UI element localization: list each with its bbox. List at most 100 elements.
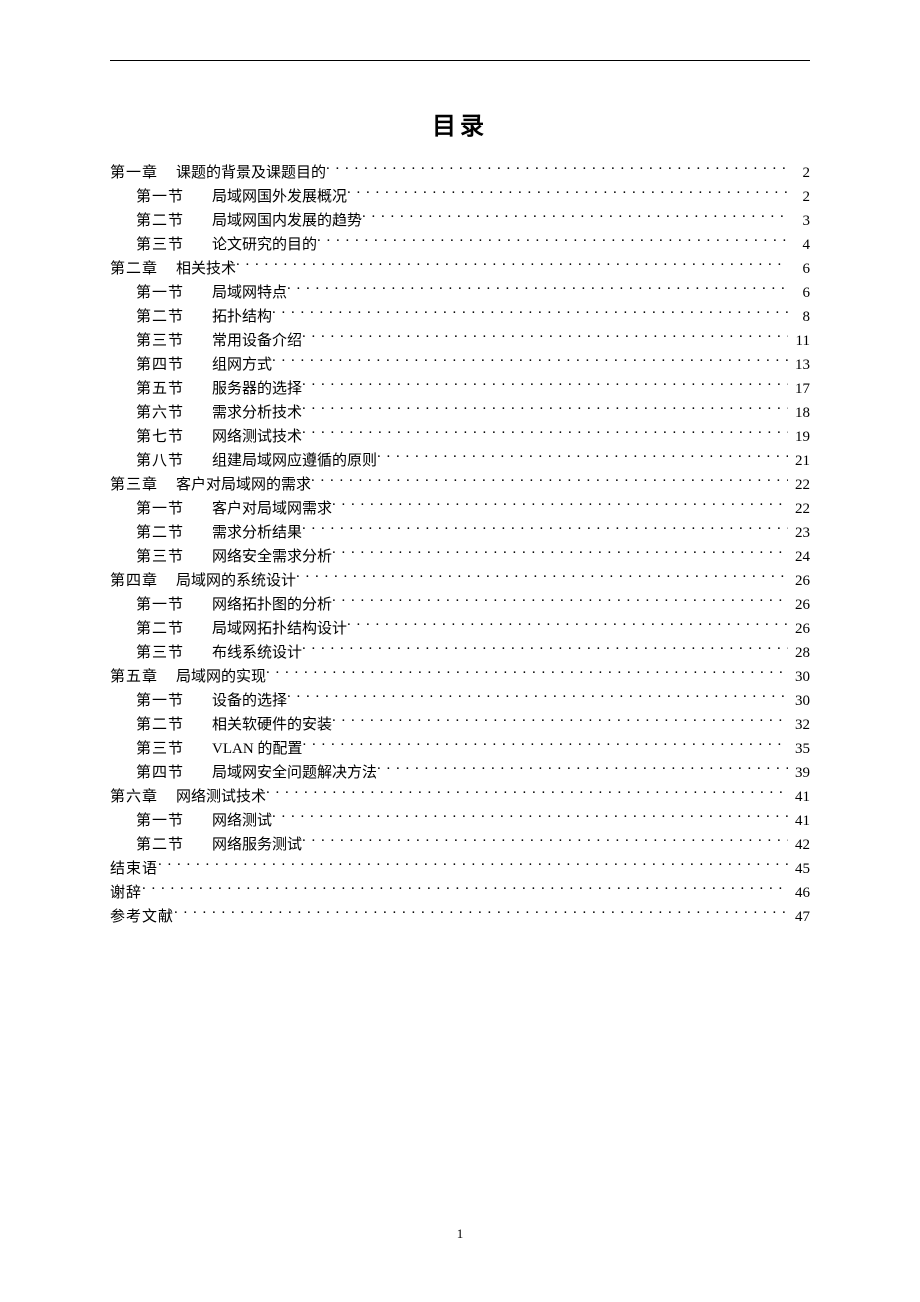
section-label: 第八节 (136, 449, 184, 473)
toc-page-number: 13 (788, 353, 810, 377)
toc-page-number: 26 (788, 569, 810, 593)
toc-entry-title: 局域网的实现 (176, 665, 266, 689)
toc-entry: 第二章相关技术6 (110, 257, 810, 281)
toc-entry: 第一节客户对局域网需求22 (110, 497, 810, 521)
toc-entry-title: 网络测试技术 (212, 425, 302, 449)
toc-entry-title: 组网方式 (212, 353, 272, 377)
toc-entry-title: 组建局域网应遵循的原则 (212, 449, 377, 473)
chapter-label: 谢辞 (110, 881, 142, 905)
dot-leader (302, 522, 788, 537)
dot-leader (266, 666, 788, 681)
toc-page-number: 26 (788, 593, 810, 617)
section-label: 第三节 (136, 545, 184, 569)
toc-entry-title: 网络测试 (212, 809, 272, 833)
header-rule (110, 60, 810, 61)
page-number: 1 (0, 1226, 920, 1242)
toc-entry: 结束语 45 (110, 857, 810, 881)
toc-entry: 第二节 局域网国内发展的趋势 3 (110, 209, 810, 233)
dot-leader (302, 834, 788, 849)
toc-entry: 第一章课题的背景及课题目的2 (110, 161, 810, 185)
toc-entry-title: 常用设备介绍 (212, 329, 302, 353)
toc-entry-title: 网络安全需求分析 (212, 545, 332, 569)
toc-page-number: 6 (788, 281, 810, 305)
toc-entry: 第五章局域网的实现30 (110, 665, 810, 689)
section-label: 第六节 (136, 401, 184, 425)
section-label: 第三节 (136, 641, 184, 665)
toc-entry-title: 网络拓扑图的分析 (212, 593, 332, 617)
dot-leader (302, 330, 788, 345)
toc-page-number: 39 (788, 761, 810, 785)
toc-entry-title: 课题的背景及课题目的 (176, 161, 326, 185)
toc-page-number: 45 (788, 857, 810, 881)
chapter-label: 第二章 (110, 257, 158, 281)
toc-entry: 第二节相关软硬件的安装32 (110, 713, 810, 737)
section-label: 第四节 (136, 353, 184, 377)
section-label: 第一节 (136, 497, 184, 521)
toc-entry: 第七节网络测试技术19 (110, 425, 810, 449)
toc-entry-title: 局域网的系统设计 (176, 569, 296, 593)
toc-entry-title: 设备的选择 (212, 689, 287, 713)
toc-page-number: 24 (788, 545, 810, 569)
toc-entry: 第一节局域网国外发展概况2 (110, 185, 810, 209)
toc-entry: 谢辞46 (110, 881, 810, 905)
toc-page-number: 8 (788, 305, 810, 329)
toc-entry: 第三节布线系统设计28 (110, 641, 810, 665)
toc-entry: 第三节 网络安全需求分析 24 (110, 545, 810, 569)
dot-leader (266, 786, 788, 801)
dot-leader (287, 690, 788, 705)
toc-page-number: 4 (788, 233, 810, 257)
toc-entry-title: 相关软硬件的安装 (212, 713, 332, 737)
dot-leader (302, 642, 788, 657)
toc-entry: 第四章局域网的系统设计 26 (110, 569, 810, 593)
section-label: 第一节 (136, 185, 184, 209)
toc-entry: 第三节VLAN 的配置35 (110, 737, 810, 761)
section-label: 第二节 (136, 833, 184, 857)
section-label: 第四节 (136, 761, 184, 785)
dot-leader (311, 474, 788, 489)
toc-entry: 第一节设备的选择30 (110, 689, 810, 713)
dot-leader (326, 162, 788, 177)
toc-entry-title: 拓扑结构 (212, 305, 272, 329)
dot-leader (272, 354, 788, 369)
dot-leader (302, 426, 788, 441)
dot-leader (272, 810, 788, 825)
chapter-label: 结束语 (110, 857, 158, 881)
chapter-label: 第三章 (110, 473, 158, 497)
toc-entry-title: 客户对局域网的需求 (176, 473, 311, 497)
section-label: 第一节 (136, 281, 184, 305)
toc-page-number: 26 (788, 617, 810, 641)
toc-page-number: 28 (788, 641, 810, 665)
toc-entry: 第五节服务器的选择17 (110, 377, 810, 401)
toc-entry: 第三节 常用设备介绍 11 (110, 329, 810, 353)
toc-page-number: 11 (788, 329, 810, 353)
toc-entry: 第三章客户对局域网的需求 22 (110, 473, 810, 497)
toc-entry-title: 局域网拓扑结构设计 (212, 617, 347, 641)
toc-entry-title: 服务器的选择 (212, 377, 302, 401)
toc-entry: 第一节 局域网特点 6 (110, 281, 810, 305)
dot-leader (174, 906, 788, 921)
dot-leader (142, 882, 788, 897)
toc-entry-title: 需求分析技术 (212, 401, 302, 425)
section-label: 第七节 (136, 425, 184, 449)
toc-title: 目录 (110, 106, 810, 141)
toc-page-number: 41 (788, 809, 810, 833)
section-label: 第二节 (136, 209, 184, 233)
toc-page-number: 35 (788, 737, 810, 761)
dot-leader (332, 546, 788, 561)
section-label: 第三节 (136, 737, 184, 761)
toc-entry-title: 网络测试技术 (176, 785, 266, 809)
dot-leader (332, 714, 788, 729)
toc-page-number: 22 (788, 473, 810, 497)
toc-entry-title: 论文研究的目的 (212, 233, 317, 257)
dot-leader (332, 498, 788, 513)
dot-leader (296, 570, 788, 585)
toc-page-number: 2 (788, 161, 810, 185)
dot-leader (236, 258, 788, 273)
toc-entry: 第二节拓扑结构8 (110, 305, 810, 329)
toc-entry-title: 局域网特点 (212, 281, 287, 305)
toc-page-number: 3 (788, 209, 810, 233)
toc-entry-title: 局域网国内发展的趋势 (212, 209, 362, 233)
toc-entry: 第四节 组网方式 13 (110, 353, 810, 377)
section-label: 第三节 (136, 329, 184, 353)
chapter-label: 第四章 (110, 569, 158, 593)
